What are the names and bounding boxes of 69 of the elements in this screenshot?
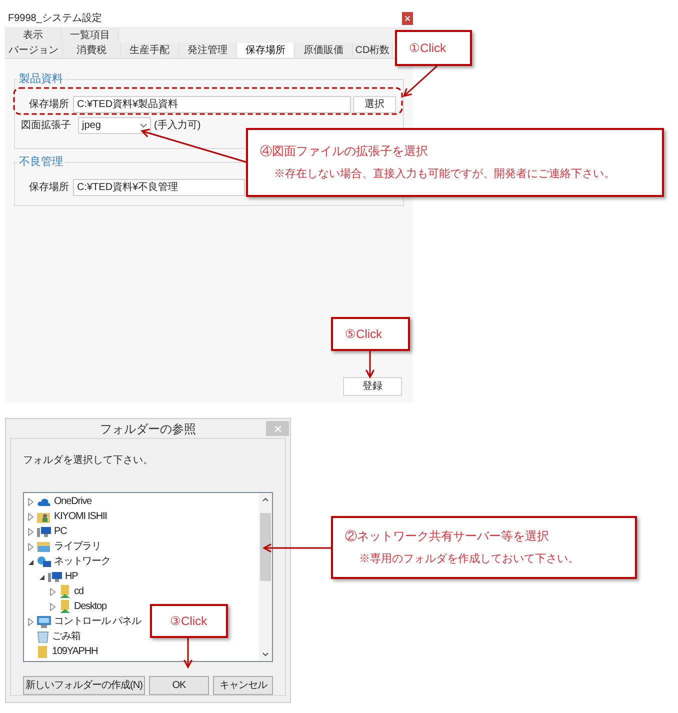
computer-icon [37, 526, 51, 538]
folder-icon [37, 646, 49, 658]
folder-tree-item[interactable]: PC [54, 524, 67, 539]
collapsed-triangle-icon[interactable] [50, 588, 56, 596]
collapsed-triangle-icon[interactable] [50, 602, 56, 610]
folder-tree-item[interactable]: HP [65, 569, 78, 584]
expanded-triangle-icon[interactable] [28, 558, 34, 566]
tab[interactable]: 保存場所 [237, 43, 295, 58]
group-title: 製品資料 [18, 72, 64, 87]
folder-tree-item[interactable]: ごみ箱 [52, 629, 80, 644]
dialog-button[interactable]: キャンセル [213, 676, 273, 695]
tab[interactable]: 発注管理 [179, 43, 237, 58]
close-icon [405, 16, 410, 21]
callout-text: ④図面ファイルの拡張子を選択 [260, 143, 429, 160]
hint-text: (手入力可) [154, 118, 201, 133]
callout-text: ※存在しない場合、直接入力も可能ですが、開発者にご連絡下さい。 [273, 166, 616, 182]
path-input-field[interactable]: C:¥TED資料¥製品資料 [73, 96, 351, 113]
user-folder-icon [37, 510, 51, 522]
folder-tree-item[interactable]: KIYOMI ISHII [54, 509, 107, 524]
network-icon [37, 556, 51, 568]
tab[interactable]: バージョン [5, 43, 63, 58]
extension-combo-box[interactable]: jpeg [78, 117, 151, 134]
dialog-button[interactable]: OK [149, 676, 209, 695]
shared-folder-icon [59, 585, 71, 598]
collapsed-triangle-icon[interactable] [28, 498, 34, 506]
callout-text: ⑤Click [345, 326, 383, 343]
field-label: 保存場所 [28, 180, 70, 195]
collapsed-triangle-icon[interactable] [28, 528, 34, 536]
field-label: 保存場所 [28, 98, 70, 112]
trash-bin-icon [37, 630, 49, 643]
dialog-title: フォルダーの参照 [99, 420, 197, 438]
library-folder-icon [37, 540, 51, 552]
folder-tree-item[interactable]: 109YAPHH [52, 644, 98, 659]
shared-folder-icon [59, 600, 71, 613]
folder-tree-item[interactable]: ネットワーク [54, 554, 110, 569]
tab[interactable]: CD桁数 [353, 43, 393, 58]
tab[interactable]: 消費税 [63, 43, 121, 58]
register-button[interactable]: 登録 [343, 377, 402, 396]
callout-text: ②ネットワーク共有サーバー等を選択 [345, 528, 550, 546]
dialog-button[interactable]: 新しいフォルダーの作成(N) [23, 676, 145, 695]
computer-icon [48, 570, 62, 582]
tab[interactable]: 表示 [5, 27, 62, 43]
chevron-down-icon [140, 123, 147, 128]
close-icon [274, 426, 280, 432]
tab[interactable]: 生産手配 [121, 43, 179, 58]
dialog-prompt: フォルダを選択して下さい。 [23, 454, 154, 468]
callout-text: ①Click [409, 40, 447, 57]
folder-tree-item[interactable]: ライブラリ [54, 539, 102, 554]
tab[interactable]: 一覧項目 [62, 27, 119, 43]
group-title: 不良管理 [18, 154, 64, 170]
folder-tree-item[interactable]: OneDrive [54, 494, 92, 509]
callout-text: ③Click [170, 613, 208, 630]
path-input-field[interactable]: C:¥TED資料¥不良管理 [73, 179, 245, 196]
scrollbar[interactable] [259, 493, 272, 661]
select-button[interactable]: 選択 [353, 96, 396, 113]
close-button[interactable] [402, 12, 413, 25]
collapsed-triangle-icon[interactable] [28, 618, 34, 626]
collapsed-triangle-icon[interactable] [28, 512, 34, 520]
control-panel-icon [37, 616, 51, 628]
callout-text: ※専用のフォルダを作成しておいて下さい。 [358, 552, 580, 568]
folder-tree-item[interactable]: cd [74, 584, 84, 599]
collapsed-triangle-icon[interactable] [28, 542, 34, 550]
window-title: F9998_システム設定 [8, 12, 102, 26]
expanded-triangle-icon[interactable] [39, 572, 45, 580]
tab[interactable]: 原価販価 [295, 43, 353, 58]
folder-tree-item[interactable]: Desktop [74, 599, 106, 614]
folder-tree-item[interactable]: コントロール パネル [54, 614, 141, 629]
field-label: 図面拡張子 [21, 118, 72, 133]
cloud-icon [37, 496, 51, 506]
